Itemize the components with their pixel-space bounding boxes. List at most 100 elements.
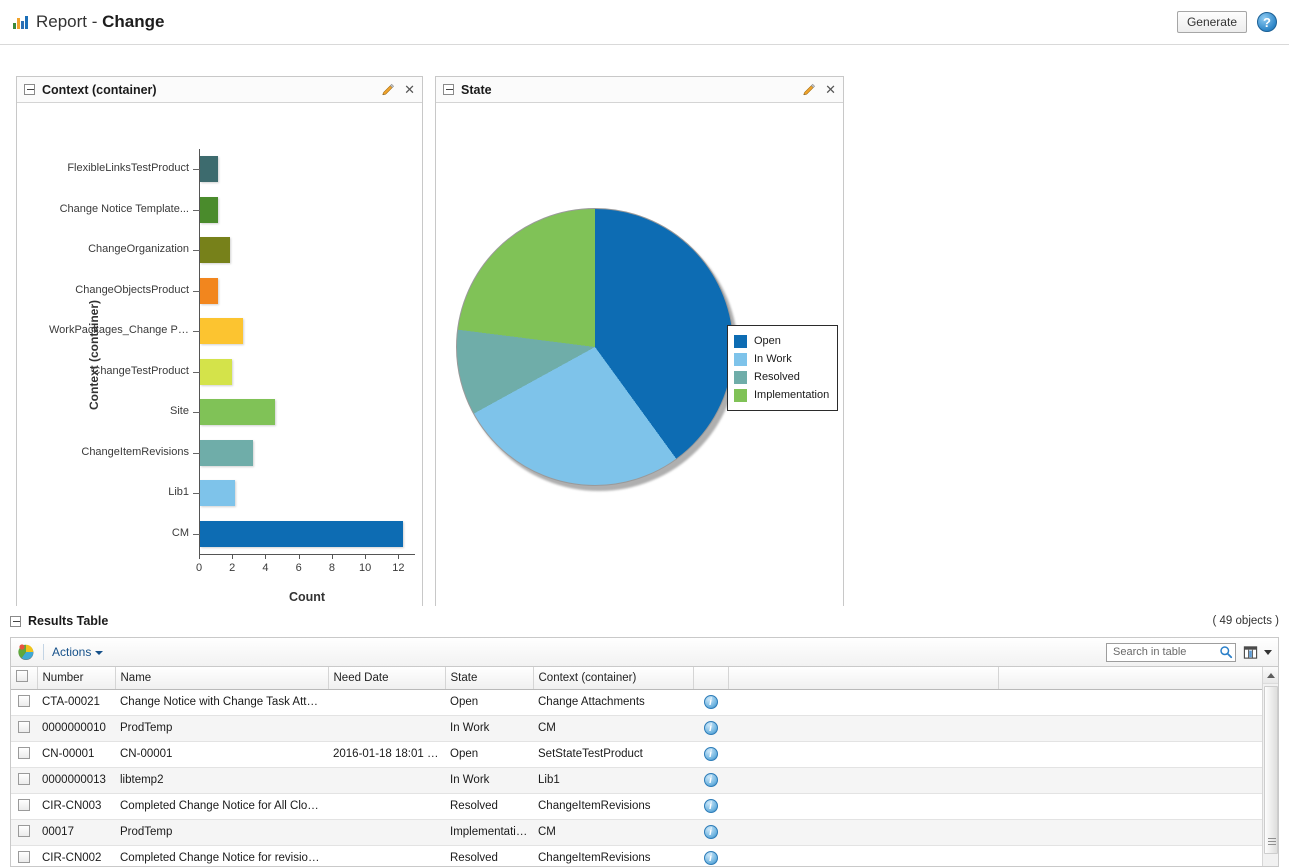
table-row[interactable]: 0000000010 ProdTemp In Work CM i bbox=[11, 715, 1263, 742]
legend-item[interactable]: In Work bbox=[734, 350, 829, 368]
bar-segment[interactable] bbox=[200, 399, 275, 426]
scroll-up-arrow[interactable] bbox=[1263, 667, 1278, 684]
bar-segment[interactable] bbox=[200, 358, 232, 385]
row-checkbox[interactable] bbox=[18, 746, 30, 759]
bar-category-label: FlexibleLinksTestProduct bbox=[67, 162, 189, 175]
bar-segment[interactable] bbox=[200, 277, 219, 304]
bar-segment[interactable] bbox=[200, 196, 219, 223]
page-title: Report - Change bbox=[36, 12, 164, 32]
cell-info[interactable]: i bbox=[693, 741, 728, 768]
panel-header-state: State ✕ bbox=[436, 77, 843, 103]
cell-info[interactable]: i bbox=[693, 845, 728, 866]
cell-extra-1 bbox=[728, 741, 998, 768]
legend-item[interactable]: Resolved bbox=[734, 368, 829, 386]
row-checkbox[interactable] bbox=[18, 850, 30, 863]
bar-segment[interactable] bbox=[200, 237, 230, 264]
chevron-down-icon[interactable] bbox=[1264, 649, 1272, 655]
table-row[interactable]: CIR-CN003 Completed Change Notice for All… bbox=[11, 793, 1263, 820]
bar-x-tick bbox=[265, 554, 267, 559]
results-table: Number Name Need Date State Context (con… bbox=[11, 667, 1264, 866]
column-header-extra-1[interactable] bbox=[728, 667, 999, 690]
legend-item[interactable]: Open bbox=[734, 332, 829, 350]
page-title-main: Change bbox=[102, 12, 165, 31]
cell-extra-2 bbox=[998, 715, 1263, 742]
cell-number: 0000000010 bbox=[37, 715, 115, 742]
info-icon[interactable]: i bbox=[703, 799, 718, 813]
row-select-cell[interactable] bbox=[11, 845, 37, 866]
scroll-thumb[interactable] bbox=[1264, 686, 1278, 854]
bar-segment[interactable] bbox=[200, 318, 244, 345]
row-checkbox[interactable] bbox=[18, 772, 30, 785]
pencil-icon[interactable] bbox=[381, 83, 395, 97]
column-header-context[interactable]: Context (container) bbox=[533, 667, 694, 690]
bar-segment[interactable] bbox=[200, 439, 254, 466]
select-all-header[interactable] bbox=[11, 667, 38, 690]
search-input[interactable] bbox=[1111, 645, 1219, 659]
panel-tools-state: ✕ bbox=[802, 83, 836, 97]
column-header-info[interactable] bbox=[693, 667, 729, 690]
cell-info[interactable]: i bbox=[693, 819, 728, 846]
select-all-checkbox[interactable] bbox=[16, 670, 28, 683]
row-select-cell[interactable] bbox=[11, 819, 37, 846]
search-icon[interactable] bbox=[1219, 645, 1233, 659]
bar-x-tick bbox=[298, 554, 300, 559]
row-select-cell[interactable] bbox=[11, 767, 37, 794]
generate-button[interactable]: Generate bbox=[1176, 11, 1247, 33]
object-count: ( 49 objects ) bbox=[1212, 615, 1279, 627]
actions-label: Actions bbox=[52, 645, 92, 659]
table-row[interactable]: CIR-CN002 Completed Change Notice for rev… bbox=[11, 845, 1263, 866]
info-icon[interactable]: i bbox=[703, 747, 718, 761]
info-icon[interactable]: i bbox=[703, 825, 718, 839]
table-row[interactable]: 00017 ProdTemp Implementation CM i bbox=[11, 819, 1263, 846]
column-header-number[interactable]: Number bbox=[37, 667, 116, 690]
search-box[interactable] bbox=[1106, 642, 1236, 662]
legend-item[interactable]: Implementation bbox=[734, 386, 829, 404]
collapse-icon[interactable] bbox=[10, 615, 21, 627]
row-select-cell[interactable] bbox=[11, 715, 37, 742]
row-select-cell[interactable] bbox=[11, 741, 37, 768]
info-icon[interactable]: i bbox=[703, 695, 718, 709]
actions-menu-button[interactable]: Actions bbox=[52, 645, 104, 659]
cell-info[interactable]: i bbox=[693, 793, 728, 820]
row-select-cell[interactable] bbox=[11, 689, 37, 716]
column-header-state[interactable]: State bbox=[445, 667, 534, 690]
bar-category-label: Site bbox=[170, 405, 189, 418]
close-icon[interactable]: ✕ bbox=[404, 83, 415, 96]
row-checkbox[interactable] bbox=[18, 824, 30, 837]
row-checkbox[interactable] bbox=[18, 720, 30, 733]
cell-info[interactable]: i bbox=[693, 689, 728, 716]
column-header-extra-2[interactable] bbox=[998, 667, 1264, 690]
collapse-icon[interactable] bbox=[24, 84, 35, 95]
cell-info[interactable]: i bbox=[693, 715, 728, 742]
cell-number: CN-00001 bbox=[37, 741, 115, 768]
column-header-need-date[interactable]: Need Date bbox=[328, 667, 446, 690]
pencil-icon[interactable] bbox=[802, 83, 816, 97]
table-row[interactable]: CTA-00021 Change Notice with Change Task … bbox=[11, 689, 1263, 716]
cell-extra-1 bbox=[728, 845, 998, 866]
cell-info[interactable]: i bbox=[693, 767, 728, 794]
cell-state: In Work bbox=[445, 767, 533, 794]
row-select-cell[interactable] bbox=[11, 793, 37, 820]
row-checkbox[interactable] bbox=[18, 694, 30, 707]
bar-segment[interactable] bbox=[200, 480, 235, 507]
table-row[interactable]: 0000000013 libtemp2 In Work Lib1 i bbox=[11, 767, 1263, 794]
info-icon[interactable]: i bbox=[703, 851, 718, 865]
column-header-name[interactable]: Name bbox=[115, 667, 329, 690]
table-row[interactable]: CN-00001 CN-00001 2016-01-18 18:01 CST Open… bbox=[11, 741, 1263, 768]
bar-segment[interactable] bbox=[200, 520, 403, 547]
info-icon[interactable]: i bbox=[703, 721, 718, 735]
bar-segment[interactable] bbox=[200, 156, 219, 183]
pie-chart-icon[interactable] bbox=[17, 643, 35, 661]
cell-extra-2 bbox=[998, 767, 1263, 794]
cell-state: Open bbox=[445, 689, 533, 716]
row-checkbox[interactable] bbox=[18, 798, 30, 811]
cell-extra-2 bbox=[998, 793, 1263, 820]
close-icon[interactable]: ✕ bbox=[825, 83, 836, 96]
cell-name: libtemp2 bbox=[115, 767, 328, 794]
info-icon[interactable]: i bbox=[703, 773, 718, 787]
cell-context: ChangeItemRevisions bbox=[533, 793, 693, 820]
columns-icon[interactable] bbox=[1243, 645, 1258, 660]
help-icon[interactable]: ? bbox=[1257, 12, 1277, 32]
collapse-icon[interactable] bbox=[443, 84, 454, 95]
table-scrollbar[interactable] bbox=[1262, 667, 1278, 866]
